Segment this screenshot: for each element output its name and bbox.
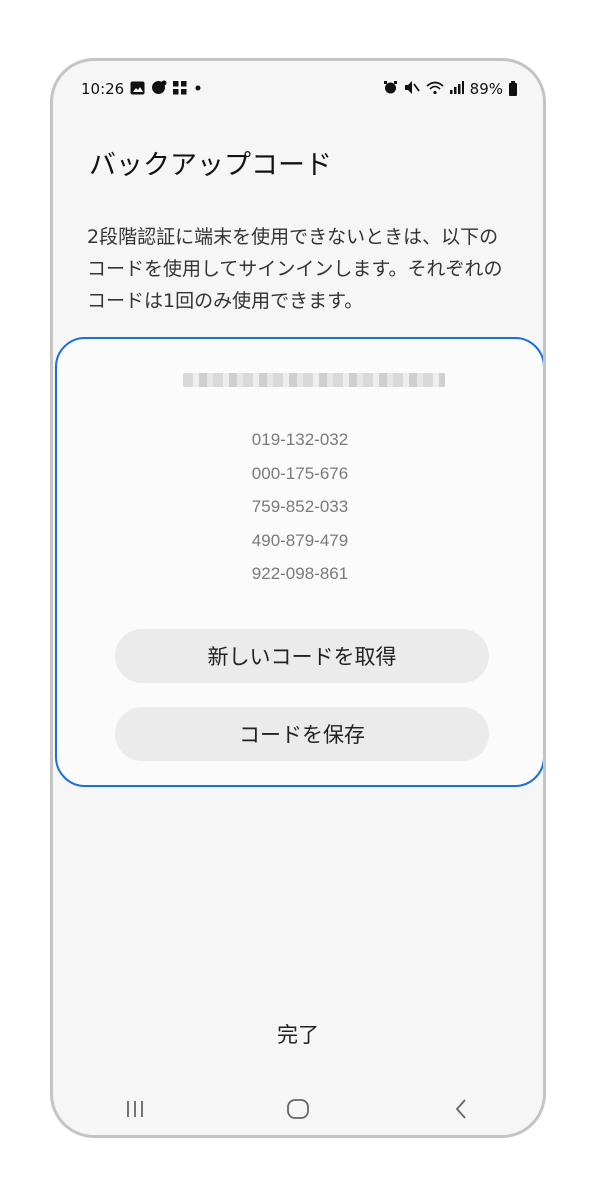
mute-icon	[404, 80, 420, 98]
status-right: 89%	[383, 80, 517, 98]
battery-percent: 89%	[469, 80, 503, 98]
backup-code-1: 019-132-032	[251, 430, 349, 449]
gallery-icon	[130, 81, 145, 98]
masked-account-email	[183, 373, 445, 387]
status-left: 10:26	[81, 80, 203, 98]
page-description: 2段階認証に端末を使用できないときは、以下のコードを使用してサインインします。そ…	[87, 226, 503, 312]
battery-icon	[509, 80, 517, 96]
save-codes-button[interactable]: コードを保存	[115, 707, 489, 761]
grid-icon	[173, 80, 187, 98]
status-bar: 10:26 89%	[53, 61, 543, 117]
dot-icon	[193, 82, 203, 96]
recents-icon[interactable]	[115, 1089, 155, 1129]
backup-code-2: 000-175-676	[251, 463, 349, 483]
backup-code-5: 922-098-861	[251, 564, 349, 583]
get-new-codes-button[interactable]: 新しいコードを取得	[115, 629, 489, 683]
alarm-icon	[383, 80, 398, 98]
home-icon[interactable]	[278, 1089, 318, 1129]
whatsapp-icon	[151, 80, 167, 98]
backup-codes-card: 019-132-032 000-175-676 759-852-033 490-…	[55, 337, 543, 787]
status-time: 10:26	[81, 80, 125, 98]
backup-codes-list: 019-132-032 000-175-676 759-852-033 490-…	[57, 423, 543, 591]
back-icon[interactable]	[441, 1089, 481, 1129]
signal-icon	[449, 81, 464, 97]
done-button[interactable]: 完了	[53, 1019, 543, 1049]
navigation-bar	[53, 1079, 543, 1135]
phone-frame: 10:26 89% バックアップコード 2段階認証に端末を使用できないときは、以…	[50, 58, 546, 1138]
backup-code-4: 490-879-479	[251, 530, 349, 550]
page-title: バックアップコード	[89, 150, 332, 181]
wifi-icon	[426, 81, 444, 98]
backup-code-3: 759-852-033	[251, 497, 349, 516]
